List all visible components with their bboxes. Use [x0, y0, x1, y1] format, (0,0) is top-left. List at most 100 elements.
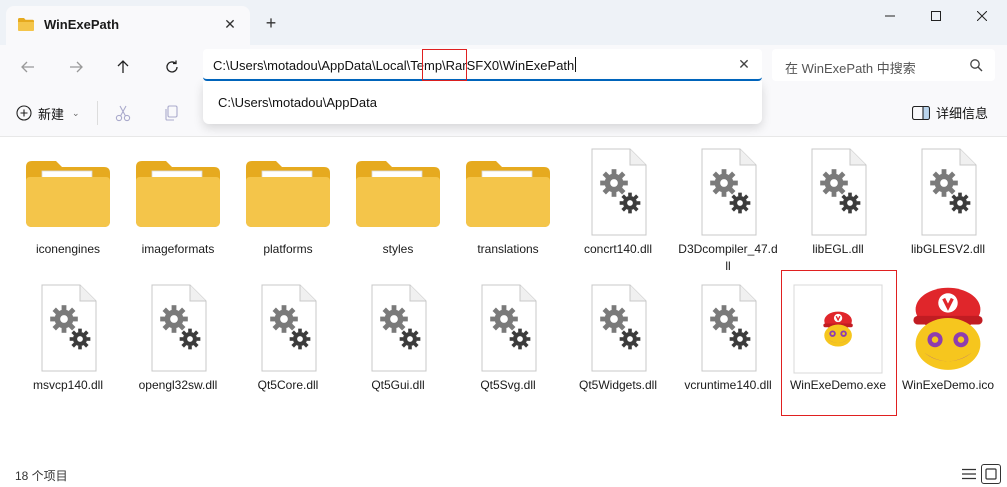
- close-window-button[interactable]: [959, 0, 1005, 32]
- search-input[interactable]: 在 WinExePath 中搜索: [785, 58, 916, 77]
- dll-file-icon: [20, 281, 116, 377]
- file-name: msvcp140.dll: [32, 378, 104, 392]
- list-view-button[interactable]: [959, 464, 979, 484]
- file-item[interactable]: D3Dcompiler_47.dll: [675, 145, 781, 275]
- temp-highlight-box: [422, 49, 467, 81]
- dll-file-icon: [570, 145, 666, 241]
- back-button[interactable]: [15, 54, 41, 80]
- title-bar: WinExePath ✕ +: [0, 0, 1007, 45]
- address-input[interactable]: C:\Users\motadou\AppData\Local\Temp\RarS…: [213, 57, 577, 73]
- folder-icon: [240, 145, 336, 241]
- arrow-right-icon: [70, 61, 83, 73]
- dll-file-icon: [130, 281, 226, 377]
- forward-button[interactable]: [63, 54, 89, 80]
- dll-file-icon: [680, 145, 776, 241]
- minimize-button[interactable]: [867, 0, 913, 32]
- list-view-icon: [962, 468, 976, 480]
- file-name: platforms: [263, 242, 313, 256]
- clear-address-button[interactable]: ✕: [736, 56, 752, 72]
- thumbnail-view-icon: [985, 468, 997, 480]
- file-name: styles: [382, 242, 414, 256]
- file-item[interactable]: opengl32sw.dll: [125, 281, 231, 394]
- file-name: Qt5Svg.dll: [480, 378, 536, 392]
- file-item[interactable]: concrt140.dll: [565, 145, 671, 258]
- copy-icon[interactable]: [162, 104, 180, 122]
- details-label: 详细信息: [936, 106, 989, 121]
- file-item[interactable]: imageformats: [125, 145, 231, 258]
- arrow-up-icon: [117, 60, 129, 73]
- folder-icon: [350, 145, 446, 241]
- file-item[interactable]: WinExeDemo.exe: [785, 281, 891, 394]
- folder-icon: [18, 18, 34, 31]
- file-name: Qt5Widgets.dll: [578, 378, 658, 392]
- cut-icon[interactable]: [114, 104, 132, 122]
- file-item[interactable]: translations: [455, 145, 561, 258]
- refresh-button[interactable]: [159, 54, 185, 80]
- folder-icon: [130, 145, 226, 241]
- dll-file-icon: [460, 281, 556, 377]
- file-item[interactable]: vcruntime140.dll: [675, 281, 781, 394]
- tab-winexepath[interactable]: WinExePath ✕: [6, 6, 250, 45]
- folder-icon: [20, 145, 116, 241]
- up-button[interactable]: [110, 54, 136, 80]
- dll-file-icon: [790, 145, 886, 241]
- file-item[interactable]: Qt5Widgets.dll: [565, 281, 671, 394]
- file-item[interactable]: msvcp140.dll: [15, 281, 121, 394]
- address-suggestion-dropdown: C:\Users\motadou\AppData: [203, 81, 762, 124]
- file-item[interactable]: Qt5Gui.dll: [345, 281, 451, 394]
- suggestion-item[interactable]: C:\Users\motadou\AppData: [218, 95, 377, 110]
- file-item[interactable]: Qt5Core.dll: [235, 281, 341, 394]
- maximize-icon: [931, 11, 941, 21]
- item-count: 18 个项目: [15, 469, 68, 483]
- status-bar: 18 个项目: [0, 460, 1007, 487]
- tab-title: WinExePath: [44, 17, 120, 32]
- dll-file-icon: [680, 281, 776, 377]
- thumbnail-view-button[interactable]: [981, 464, 1001, 484]
- close-icon: [977, 11, 987, 21]
- file-item[interactable]: platforms: [235, 145, 341, 258]
- file-name: WinExeDemo.exe: [789, 378, 887, 392]
- file-item[interactable]: libGLESV2.dll: [895, 145, 1001, 258]
- file-name: vcruntime140.dll: [684, 378, 772, 392]
- file-name: libEGL.dll: [812, 242, 864, 256]
- file-name: Qt5Gui.dll: [371, 378, 425, 392]
- chevron-down-icon: ⌄: [72, 107, 80, 118]
- folder-icon: [460, 145, 556, 241]
- file-item[interactable]: styles: [345, 145, 451, 258]
- close-tab-button[interactable]: ✕: [220, 14, 240, 34]
- file-item[interactable]: WinExeDemo.ico: [895, 281, 1001, 394]
- file-name: Qt5Core.dll: [257, 378, 319, 392]
- file-name: concrt140.dll: [583, 242, 653, 256]
- search-icon: [970, 59, 983, 72]
- command-divider: [97, 101, 98, 125]
- details-pane-icon: [912, 105, 930, 120]
- file-item[interactable]: Qt5Svg.dll: [455, 281, 561, 394]
- address-bar[interactable]: C:\Users\motadou\AppData\Local\Temp\RarS…: [203, 49, 762, 81]
- search-box[interactable]: 在 WinExePath 中搜索: [772, 49, 995, 81]
- file-name: iconengines: [35, 242, 101, 256]
- file-name: imageformats: [141, 242, 215, 256]
- new-button[interactable]: 新建 ⌄: [16, 103, 80, 123]
- file-name: opengl32sw.dll: [138, 378, 218, 392]
- file-name: D3Dcompiler_47.dll: [678, 242, 778, 273]
- dll-file-icon: [240, 281, 336, 377]
- arrow-left-icon: [21, 61, 34, 73]
- details-pane-button[interactable]: 详细信息: [912, 103, 988, 122]
- new-tab-button[interactable]: +: [260, 12, 282, 34]
- file-list: iconengines imageformats platforms style…: [0, 137, 1007, 460]
- application-icon: [790, 281, 886, 377]
- file-item[interactable]: iconengines: [15, 145, 121, 258]
- plus-circle-icon: [16, 105, 32, 121]
- refresh-icon: [166, 60, 178, 73]
- maximize-button[interactable]: [913, 0, 959, 32]
- dll-file-icon: [350, 281, 446, 377]
- file-name: WinExeDemo.ico: [901, 378, 995, 392]
- dll-file-icon: [900, 145, 996, 241]
- dll-file-icon: [570, 281, 666, 377]
- file-name: translations: [477, 242, 539, 256]
- file-name: libGLESV2.dll: [910, 242, 986, 256]
- image-icon: [900, 281, 996, 377]
- minimize-icon: [885, 15, 895, 17]
- file-item[interactable]: libEGL.dll: [785, 145, 891, 258]
- new-label: 新建: [38, 106, 65, 122]
